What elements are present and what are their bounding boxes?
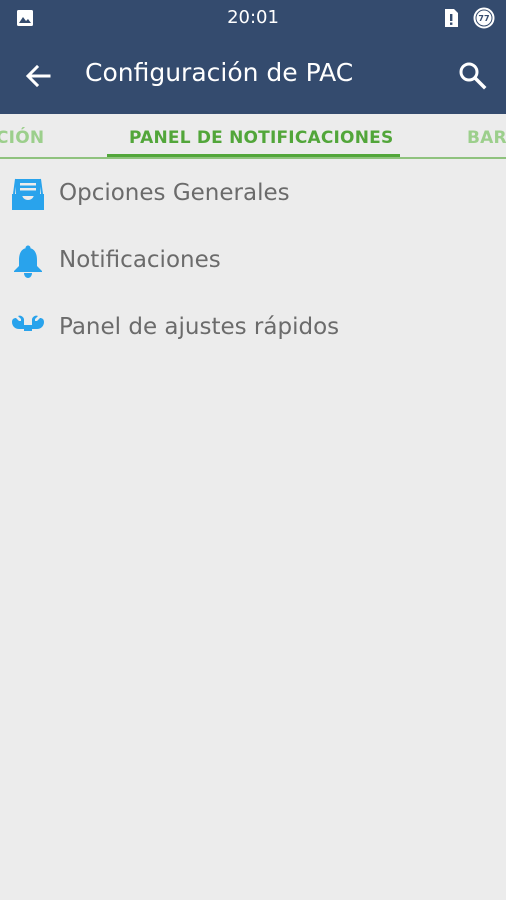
search-icon[interactable]: [457, 60, 487, 90]
list-item-label: Panel de ajustes rápidos: [59, 314, 340, 340]
app-bar: Configuración de PAC: [0, 36, 506, 114]
tab-bar: CIÓN PANEL DE NOTIFICACIONES BAR: [0, 114, 506, 159]
tab-next[interactable]: BAR: [467, 128, 506, 148]
list-item-notificaciones[interactable]: Notificaciones: [0, 227, 506, 294]
list-item-panel-de-ajustes-rapidos[interactable]: Panel de ajustes rápidos: [0, 294, 506, 361]
arrow-back-icon[interactable]: [23, 61, 53, 91]
list-item-label: Notificaciones: [59, 247, 221, 273]
inbox-tray-icon: [12, 178, 44, 210]
tab-previous[interactable]: CIÓN: [0, 128, 44, 148]
battery-77-icon: 77: [473, 7, 495, 29]
wrench-icon: [12, 315, 44, 331]
status-time: 20:01: [227, 7, 279, 28]
battery-level-text: 77: [478, 14, 489, 23]
status-bar: 20:01 77: [0, 0, 506, 36]
bell-icon: [14, 245, 42, 278]
sim-alert-icon: [445, 9, 458, 27]
list-item-opciones-generales[interactable]: Opciones Generales: [0, 160, 506, 227]
list-item-label: Opciones Generales: [59, 180, 290, 206]
tab-indicator: [107, 154, 400, 157]
page-title: Configuración de PAC: [85, 58, 354, 87]
tab-panel-de-notificaciones[interactable]: PANEL DE NOTIFICACIONES: [129, 128, 393, 148]
settings-list: Opciones Generales Notificaciones Panel …: [0, 160, 506, 361]
